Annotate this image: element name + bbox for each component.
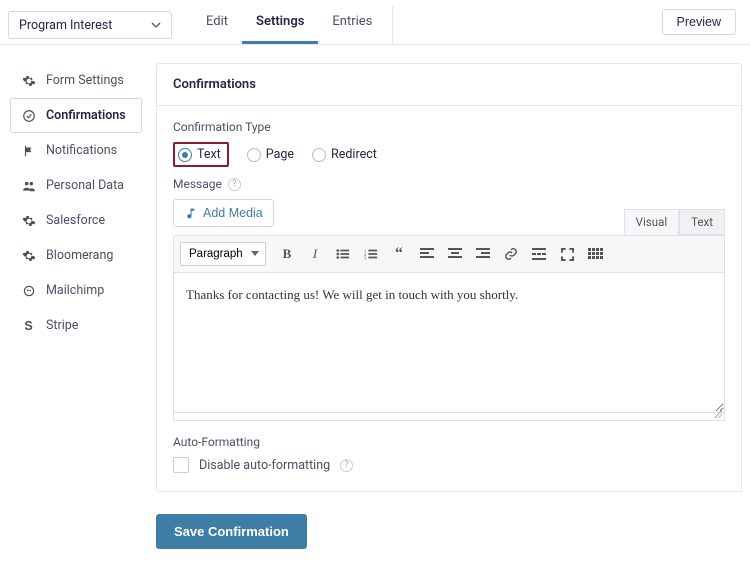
bullet-list-button[interactable] — [330, 242, 356, 266]
message-label: Message — [173, 177, 222, 191]
editor-tab-visual[interactable]: Visual — [624, 209, 679, 235]
italic-button[interactable]: I — [302, 242, 328, 266]
form-selector-label: Program Interest — [19, 18, 112, 33]
tab-edit[interactable]: Edit — [192, 6, 242, 44]
resize-handle[interactable] — [173, 413, 725, 421]
gear-icon — [21, 213, 36, 228]
mailchimp-icon — [21, 283, 36, 298]
toolbar-toggle-button[interactable] — [582, 242, 608, 266]
editor-tab-text[interactable]: Text — [679, 209, 725, 235]
svg-text:3: 3 — [364, 255, 367, 260]
numbered-list-button[interactable]: 123 — [358, 242, 384, 266]
confirmation-type-label: Confirmation Type — [173, 120, 725, 134]
fullscreen-button[interactable] — [554, 242, 580, 266]
gear-icon — [21, 248, 36, 263]
radio-text[interactable]: Text — [178, 147, 221, 162]
tab-entries[interactable]: Entries — [318, 6, 386, 44]
sidebar-item-personal-data[interactable]: Personal Data — [10, 168, 142, 203]
help-icon[interactable]: ? — [228, 178, 241, 191]
radio-redirect-label: Redirect — [331, 147, 377, 162]
radio-text-highlight: Text — [173, 142, 229, 167]
gear-icon — [21, 73, 36, 88]
sidebar-item-stripe[interactable]: S Stripe — [10, 308, 142, 343]
sidebar-item-confirmations[interactable]: Confirmations — [10, 98, 142, 133]
add-media-button[interactable]: Add Media — [173, 199, 274, 227]
radio-page[interactable]: Page — [247, 147, 294, 162]
align-right-button[interactable] — [470, 242, 496, 266]
auto-formatting-label: Auto-Formatting — [173, 435, 725, 449]
disable-auto-formatting-checkbox[interactable] — [173, 457, 189, 473]
sidebar-item-notifications[interactable]: Notifications — [10, 133, 142, 168]
sidebar-item-label: Salesforce — [46, 213, 105, 228]
sidebar-item-label: Bloomerang — [46, 248, 113, 263]
confirmations-panel: Confirmations Confirmation Type Text Pag… — [156, 63, 742, 492]
sidebar-item-label: Personal Data — [46, 178, 124, 193]
align-center-button[interactable] — [442, 242, 468, 266]
sidebar-item-bloomerang[interactable]: Bloomerang — [10, 238, 142, 273]
chevron-down-icon — [151, 20, 161, 30]
sidebar-item-mailchimp[interactable]: Mailchimp — [10, 273, 142, 308]
sidebar-item-salesforce[interactable]: Salesforce — [10, 203, 142, 238]
people-icon — [21, 178, 36, 193]
bold-button[interactable]: B — [274, 242, 300, 266]
form-selector[interactable]: Program Interest — [8, 11, 172, 39]
stripe-icon: S — [21, 318, 36, 333]
settings-sidebar: Form Settings Confirmations Notification… — [10, 63, 142, 549]
radio-page-label: Page — [266, 147, 294, 162]
align-left-button[interactable] — [414, 242, 440, 266]
preview-button[interactable]: Preview — [662, 9, 736, 35]
radio-text-label: Text — [197, 147, 221, 162]
sidebar-item-form-settings[interactable]: Form Settings — [10, 63, 142, 98]
sidebar-item-label: Confirmations — [46, 108, 126, 123]
panel-title: Confirmations — [157, 64, 741, 106]
save-confirmation-button[interactable]: Save Confirmation — [156, 514, 307, 549]
help-icon[interactable]: ? — [340, 459, 353, 472]
read-more-button[interactable] — [526, 242, 552, 266]
paragraph-select[interactable]: Paragraph — [180, 242, 266, 266]
radio-redirect[interactable]: Redirect — [312, 147, 377, 162]
flag-icon — [21, 143, 36, 158]
message-editor[interactable]: Thanks for contacting us! We will get in… — [173, 273, 725, 413]
sidebar-item-label: Stripe — [46, 318, 78, 333]
music-note-icon — [184, 207, 197, 220]
check-circle-icon — [21, 108, 36, 123]
sidebar-item-label: Notifications — [46, 143, 117, 158]
tab-settings[interactable]: Settings — [242, 6, 318, 44]
editor-toolbar: Paragraph B I 123 “ — [173, 235, 725, 273]
disable-auto-formatting-label: Disable auto-formatting — [199, 458, 330, 473]
add-media-label: Add Media — [203, 206, 263, 220]
sidebar-item-label: Form Settings — [46, 73, 124, 88]
sidebar-item-label: Mailchimp — [46, 283, 104, 298]
blockquote-button[interactable]: “ — [386, 242, 412, 266]
link-button[interactable] — [498, 242, 524, 266]
